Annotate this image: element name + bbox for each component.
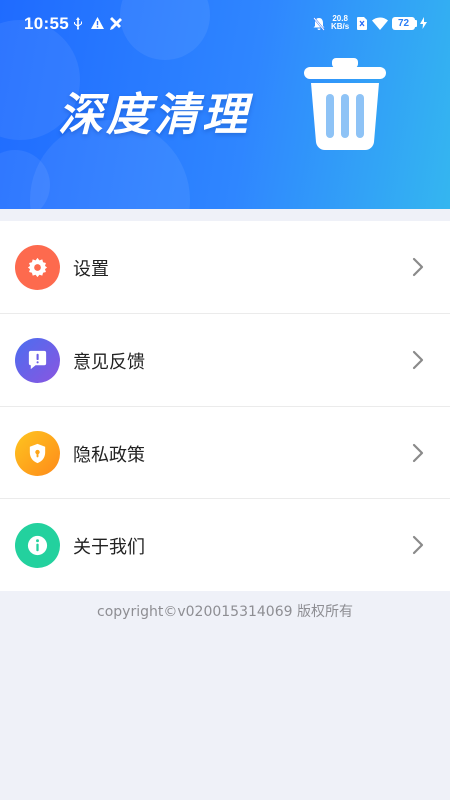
menu-item-feedback[interactable]: 意见反馈 [0,314,450,406]
banner-title: 深度清理 [58,88,251,141]
menu-label-about-us: 关于我们 [73,537,145,558]
menu-item-about-us[interactable]: 关于我们 [0,499,450,591]
chevron-right-icon [412,535,424,555]
warning-icon [91,17,104,29]
feedback-icon-circle [15,338,60,383]
status-time: 10:55 [24,14,69,33]
charging-icon [420,17,427,29]
battery-tip [415,20,417,27]
settings-icon-circle [15,245,60,290]
menu-item-settings[interactable]: 设置 [0,221,450,313]
mute-bell-icon [313,17,325,31]
tools-icon [110,17,122,30]
chevron-right-icon [412,443,424,463]
gear-icon [27,257,48,278]
about-icon-circle [15,523,60,568]
info-icon [27,535,48,556]
trash-icon [304,58,386,151]
network-speed-unit: KB/s [331,22,350,31]
menu-label-privacy-policy: 隐私政策 [73,445,145,466]
chevron-right-icon [412,350,424,370]
sim-icon [357,17,367,30]
menu-label-feedback: 意见反馈 [73,352,145,373]
menu-item-privacy-policy[interactable]: 隐私政策 [0,407,450,499]
network-speed: 20.8 KB/s [331,15,349,31]
battery-level: 72 [392,17,415,30]
chevron-right-icon [412,257,424,277]
status-bar: 10:55 20.8 KB/s 72 [0,0,450,46]
privacy-icon-circle [15,431,60,476]
header-banner: 10:55 20.8 KB/s 72 深度清理 [0,0,450,209]
menu-list: 设置 意见反馈 隐私政策 关于我们 [0,221,450,591]
copyright-text: copyright©v020015314069 版权所有 [97,604,353,620]
shield-icon [29,443,46,464]
usb-icon [74,17,82,30]
wifi-icon [372,17,388,30]
feedback-icon [28,350,47,370]
menu-label-settings: 设置 [73,259,109,280]
